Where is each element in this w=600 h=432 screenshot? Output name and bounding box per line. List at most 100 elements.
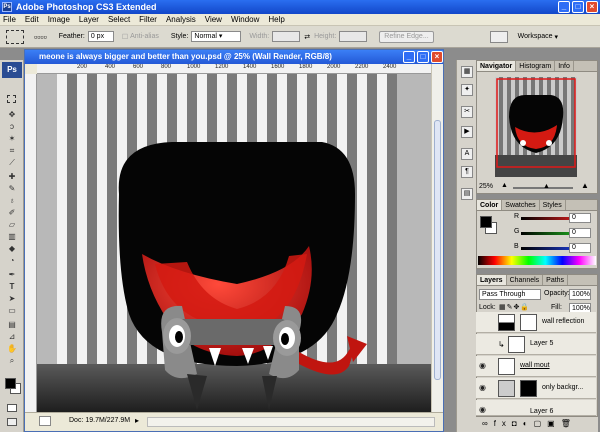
red-value-input[interactable]: 0	[569, 213, 591, 223]
marquee-tool-icon[interactable]	[7, 95, 16, 103]
actions-icon[interactable]: ▶	[461, 126, 473, 138]
tab-styles[interactable]: Styles	[540, 200, 566, 210]
tab-info[interactable]: Info	[555, 61, 574, 71]
slice-tool-icon[interactable]: ⟋	[7, 158, 17, 168]
refine-edge-button[interactable]: Refine Edge...	[379, 30, 434, 43]
blur-tool-icon[interactable]: ◆	[7, 244, 17, 254]
dodge-tool-icon[interactable]: ◔	[7, 256, 17, 266]
minimize-icon[interactable]: _	[558, 1, 570, 13]
layer-mask-thumbnail	[520, 314, 537, 331]
layer-row[interactable]: ◉ wall mout	[476, 356, 596, 377]
blue-value-input[interactable]: 0	[569, 243, 591, 253]
history-brush-tool-icon[interactable]: ✐	[7, 208, 17, 218]
feather-input[interactable]: 0 px	[87, 31, 114, 42]
quick-mask-icon[interactable]	[7, 404, 17, 412]
horizontal-scrollbar[interactable]	[147, 417, 435, 427]
app-title-bar: Ps Adobe Photoshop CS3 Extended _ □ ×	[0, 0, 600, 14]
ruler-tick: 400	[105, 64, 116, 70]
tab-layers[interactable]: Layers	[477, 275, 507, 285]
tab-histogram[interactable]: Histogram	[516, 61, 556, 71]
shape-tool-icon[interactable]: ▭	[7, 306, 17, 316]
status-menu-arrow-icon[interactable]: ▸	[135, 416, 139, 425]
healing-brush-tool-icon[interactable]: ✚	[7, 172, 17, 182]
layer-visibility-icon[interactable]	[479, 340, 489, 348]
color-spectrum-bar[interactable]	[478, 256, 596, 265]
tab-navigator[interactable]: Navigator	[477, 61, 517, 71]
image-canvas[interactable]	[37, 74, 431, 412]
character-icon[interactable]: A	[461, 148, 473, 160]
color-foreground-swatch[interactable]	[480, 216, 492, 228]
bridge-icon[interactable]	[489, 30, 508, 43]
layer-row[interactable]: ↳ Layer 5	[476, 334, 596, 355]
tab-paths[interactable]: Paths	[543, 275, 569, 285]
tool-presets-icon[interactable]: ✦	[461, 84, 473, 96]
menu-select[interactable]: Select	[108, 15, 130, 24]
menu-filter[interactable]: Filter	[139, 15, 157, 24]
notes-tool-icon[interactable]: ▤	[7, 320, 17, 330]
scrollbar-thumb[interactable]	[434, 120, 441, 380]
path-selection-tool-icon[interactable]: ➤	[7, 294, 17, 304]
layer-visibility-icon[interactable]: ◉	[479, 384, 489, 392]
crop-tool-icon[interactable]: ⌗	[7, 146, 17, 156]
lock-options-icon[interactable]: ▦✎✥🔒	[499, 303, 530, 311]
close-icon[interactable]: ×	[586, 1, 598, 13]
navigator-zoom-value[interactable]: 25%	[479, 183, 493, 190]
zoom-in-icon[interactable]: ▲	[581, 181, 589, 190]
brushes-icon[interactable]: ▦	[461, 66, 473, 78]
layers-footer-icons[interactable]: ∞fx◘◐▢▣🗑	[476, 416, 598, 432]
document-window[interactable]: meone is always bigger and better than y…	[24, 49, 444, 432]
doc-close-icon[interactable]: ×	[431, 51, 443, 63]
type-tool-icon[interactable]: T	[7, 282, 17, 292]
menu-help[interactable]: Help	[268, 15, 284, 24]
marquee-tool-preset-icon[interactable]	[6, 29, 24, 44]
blend-mode-select[interactable]: Pass Through	[479, 289, 541, 300]
doc-minimize-icon[interactable]: _	[403, 51, 415, 63]
selection-mode-icon[interactable]: ▫▫▫▫	[34, 32, 47, 42]
layer-comps-icon[interactable]: ▤	[461, 188, 473, 200]
zoom-out-icon[interactable]: ▲	[501, 182, 508, 189]
history-icon[interactable]: ✂	[461, 106, 473, 118]
magic-wand-tool-icon[interactable]: ✶	[7, 134, 17, 144]
doc-maximize-icon[interactable]: □	[417, 51, 429, 63]
zoom-tool-icon[interactable]: ⌕	[7, 356, 17, 366]
hand-tool-icon[interactable]: ✋	[7, 344, 17, 354]
paragraph-icon[interactable]: ¶	[461, 166, 473, 178]
tab-channels[interactable]: Channels	[507, 275, 544, 285]
eyedropper-tool-icon[interactable]: ⊿	[7, 332, 17, 342]
menu-view[interactable]: View	[205, 15, 222, 24]
green-value-input[interactable]: 0	[569, 228, 591, 238]
menu-layer[interactable]: Layer	[79, 15, 99, 24]
antialias-checkbox[interactable]: ☐ Anti-alias	[122, 33, 159, 41]
lasso-tool-icon[interactable]: ↄ	[7, 122, 17, 132]
menu-window[interactable]: Window	[231, 15, 259, 24]
brush-tool-icon[interactable]: ✎	[7, 184, 17, 194]
pen-tool-icon[interactable]: ✒	[7, 270, 17, 280]
zoom-field[interactable]	[39, 416, 51, 426]
navigator-thumbnail[interactable]	[495, 77, 577, 177]
menu-analysis[interactable]: Analysis	[166, 15, 196, 24]
layer-row[interactable]: ◉ only backgr...	[476, 378, 596, 399]
layer-row[interactable]: ◉ Layer 6	[476, 400, 596, 416]
layer-visibility-icon[interactable]: ◉	[479, 406, 489, 414]
menu-file[interactable]: File	[3, 15, 16, 24]
menu-image[interactable]: Image	[48, 15, 70, 24]
menu-edit[interactable]: Edit	[25, 15, 39, 24]
layer-row[interactable]: wall reflection	[476, 312, 596, 333]
move-tool-icon[interactable]: ✥	[7, 110, 17, 120]
vertical-scrollbar[interactable]	[431, 64, 443, 412]
zoom-slider-handle-icon[interactable]: ▲	[543, 183, 550, 190]
foreground-color-swatch[interactable]	[5, 378, 16, 389]
eraser-tool-icon[interactable]: ▱	[7, 220, 17, 230]
gradient-tool-icon[interactable]: ▥	[7, 232, 17, 242]
workspace-button[interactable]: Workspace ▾	[518, 33, 558, 41]
swap-dimensions-icon[interactable]: ⇄	[304, 33, 310, 41]
tab-color[interactable]: Color	[477, 200, 503, 210]
tab-swatches[interactable]: Swatches	[502, 200, 540, 210]
layer-visibility-icon[interactable]: ◉	[479, 362, 489, 370]
maximize-icon[interactable]: □	[572, 1, 584, 13]
opacity-input[interactable]: 100%	[569, 289, 591, 300]
document-title-bar[interactable]: meone is always bigger and better than y…	[25, 50, 443, 64]
clone-stamp-tool-icon[interactable]: ♁	[7, 196, 17, 206]
style-select[interactable]: Normal ▾	[191, 31, 242, 42]
screen-mode-icon[interactable]	[7, 418, 17, 426]
